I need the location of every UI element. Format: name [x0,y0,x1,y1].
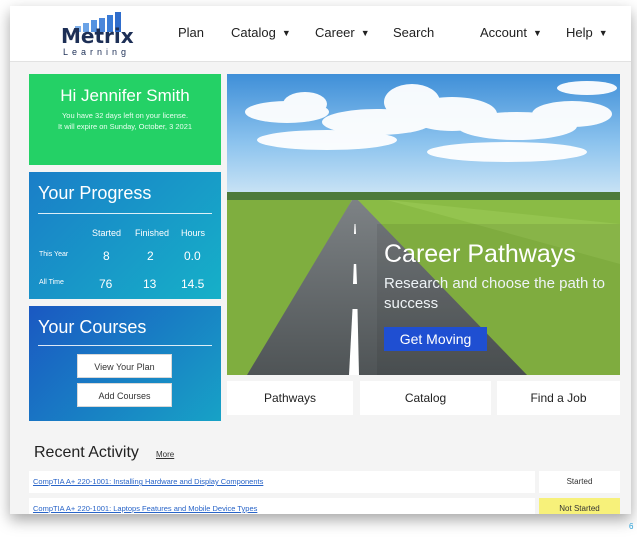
recent-activity-title: Recent Activity [34,444,139,461]
recent-activity-course-link[interactable]: CompTIA A+ 220-1001: Laptops Features an… [29,498,535,514]
top-navbar: Metrix Learning Plan Catalog ▼ Career ▼ Se… [10,6,631,62]
nav-account-label: Account [480,25,527,40]
col-finished: Finished [135,228,170,238]
find-a-job-tile[interactable]: Find a Job [497,381,620,415]
courses-card: Your Courses View Your Plan Add Courses [29,306,221,421]
courses-divider [38,345,212,346]
progress-card: Your Progress Started Finished Hours Thi… [29,172,221,299]
nav-catalog-label: Catalog [231,25,276,40]
license-notice: You have 32 days left on your license. I… [29,110,221,132]
get-moving-button[interactable]: Get Moving [384,327,487,351]
all-time-started: 76 [99,277,113,291]
nav-catalog[interactable]: Catalog ▼ [231,25,291,40]
catalog-tile[interactable]: Catalog [360,381,491,415]
page-number: 6 [629,522,634,531]
greeting: Hi Jennifer Smith [60,86,190,105]
recent-activity-course-link[interactable]: CompTIA A+ 220-1001: Installing Hardware… [29,471,535,493]
view-plan-button[interactable]: View Your Plan [77,354,172,378]
this-year-finished: 2 [147,249,154,263]
logo-subtitle: Learning [63,47,131,57]
status-badge: Not Started [539,498,620,514]
chevron-down-icon: ▼ [598,28,608,38]
nav-search-label: Search [393,25,435,40]
this-year-hours: 0.0 [184,249,201,263]
welcome-card: Hi Jennifer Smith You have 32 days left … [29,74,221,165]
progress-title: Your Progress [38,183,152,203]
row-label-this-year: This Year [39,251,69,258]
logo-wordmark: Metrix [61,24,134,48]
career-pathways-banner: Career Pathways Research and choose the … [227,74,620,375]
all-time-hours: 14.5 [181,277,205,291]
courses-title: Your Courses [38,317,147,337]
nav-career-label: Career [315,25,355,40]
hero-subtitle: Research and choose the path to success [384,275,605,312]
metrix-learning-logo[interactable]: Metrix Learning [59,12,139,57]
row-label-all-time: All Time [39,279,64,286]
progress-divider [38,213,212,214]
add-courses-button[interactable]: Add Courses [77,383,172,407]
app-window: Metrix Learning Plan Catalog ▼ Career ▼ Se… [10,6,631,514]
nav-plan[interactable]: Plan [178,25,204,40]
status-badge: Started [539,471,620,493]
chevron-down-icon: ▼ [281,28,291,38]
license-expiry: It will expire on Sunday, October, 3 202… [57,122,193,131]
pathways-tile[interactable]: Pathways [227,381,353,415]
license-days-left: You have 32 days left on your license. [61,111,189,120]
chevron-down-icon: ▼ [360,28,370,38]
hero-title: Career Pathways [384,240,576,268]
more-link[interactable]: More [156,450,174,459]
nav-help[interactable]: Help ▼ [566,25,608,40]
nav-search[interactable]: Search [393,25,434,40]
nav-help-label: Help [566,25,593,40]
this-year-started: 8 [103,249,110,263]
all-time-finished: 13 [143,277,157,291]
col-started: Started [92,228,122,238]
nav-career[interactable]: Career ▼ [315,25,370,40]
nav-account[interactable]: Account ▼ [480,25,542,40]
nav-plan-label: Plan [178,25,205,40]
chevron-down-icon: ▼ [532,28,542,38]
col-hours: Hours [181,228,206,238]
